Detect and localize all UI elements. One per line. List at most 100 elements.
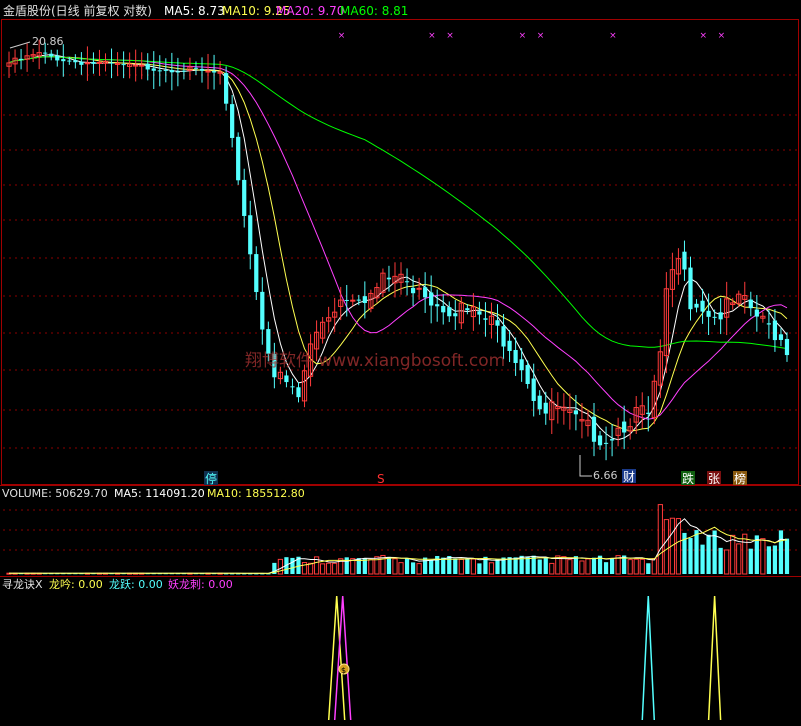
volume-bar (290, 557, 295, 574)
candle-body (507, 340, 512, 351)
candle-body (386, 277, 392, 280)
candle-body (199, 68, 205, 71)
tag-cai: 财 (623, 470, 635, 484)
candle-body (404, 281, 410, 283)
volume-bar (513, 557, 518, 574)
candle-body (193, 67, 199, 69)
candle-body (254, 254, 259, 293)
candle-body (597, 435, 603, 446)
candle-body (205, 70, 211, 73)
candle-body (591, 416, 597, 442)
stock-chart-svg[interactable]: × × × × × × × × 金盾股份(日线 前复权 对数) MA5: 8.73 MA10:… (0, 0, 801, 722)
volume-bar (447, 556, 452, 574)
volume-bar (441, 557, 446, 574)
candle-body (242, 179, 247, 216)
longyin-legend: 龙吟: 0.00 (49, 577, 103, 591)
volume-bar (754, 535, 759, 574)
candle-body (537, 395, 542, 410)
candle-body (18, 58, 24, 60)
candle-body (49, 53, 54, 57)
candle-body (55, 55, 60, 61)
candle-body (718, 312, 723, 320)
volume-bar (784, 538, 790, 574)
volume-ma10-legend: MA10: 185512.80 (207, 487, 305, 500)
volume-bar (410, 562, 416, 574)
ma5-legend: MA5: 8.73 (164, 4, 225, 18)
volume-bar (700, 544, 705, 574)
candle-body (79, 61, 84, 65)
tag-bang: 榜 (734, 471, 746, 486)
longyue-legend: 龙跃: 0.00 (109, 577, 163, 591)
candle-body (61, 59, 66, 62)
volume-bar (694, 530, 699, 574)
stock-chart-window[interactable]: × × × × × × × × 金盾股份(日线 前复权 对数) MA5: 8.73 MA10:… (0, 0, 801, 722)
volume-bar (706, 534, 711, 574)
candle-body (772, 320, 778, 341)
candle-body (622, 421, 627, 433)
candle-body (453, 313, 458, 317)
candle-body (706, 310, 711, 317)
ma60-legend: MA60: 8.81 (340, 4, 408, 18)
candle-body (344, 299, 349, 301)
indicator-name: 寻龙诀X (2, 578, 43, 591)
candle-body (513, 349, 518, 364)
candle-body (543, 402, 548, 414)
ma20-legend: MA20: 9.70 (276, 4, 344, 18)
volume-bar (772, 545, 778, 574)
volume-bar (778, 530, 784, 574)
candle-body (441, 306, 446, 313)
volume-bar (344, 557, 349, 574)
candle-body (519, 359, 524, 371)
volume-legend: VOLUME: 50629.70 (2, 487, 108, 500)
candle-body (296, 387, 301, 398)
volume-bar (591, 557, 597, 574)
volume-ma5-legend: MA5: 114091.20 (114, 487, 205, 500)
candle-body (356, 299, 361, 301)
candle-body (754, 309, 759, 317)
candle (236, 132, 241, 185)
candle-body (416, 287, 422, 290)
candle-body (91, 61, 96, 64)
candle-body (96, 61, 103, 64)
volume-bar (766, 546, 772, 574)
candle-body (151, 68, 156, 71)
volume-bar (465, 558, 470, 574)
candle-body (603, 442, 609, 444)
candle-body (163, 69, 168, 71)
stock-title: 金盾股份(日线 前复权 对数) (3, 3, 152, 18)
candle-body (682, 251, 687, 270)
tag-s: S (377, 472, 385, 486)
volume-bar (646, 563, 651, 574)
candle-body (362, 296, 367, 304)
candle-body (290, 386, 295, 388)
candle-body (175, 71, 180, 73)
volume-bar (543, 557, 548, 574)
candle-body (646, 412, 651, 414)
volume-bar (688, 538, 693, 574)
candle-body (477, 311, 482, 315)
candle-body (121, 64, 126, 66)
candle-body (145, 63, 150, 70)
money-signal-label: $ (341, 666, 346, 675)
candle-body (778, 334, 784, 340)
volume-bar (718, 547, 723, 574)
tag-ting: 停 (205, 471, 217, 486)
signal-marker: × (718, 31, 726, 41)
candle-body (169, 70, 174, 73)
signal-marker: × (609, 31, 617, 41)
tag-die: 跌 (682, 471, 694, 486)
candle-body (133, 64, 139, 67)
volume-bar (495, 559, 500, 574)
candle-body (784, 338, 790, 356)
candle-body (211, 71, 217, 73)
volume-bar (404, 557, 410, 574)
candle-body (410, 287, 416, 294)
volume-bar (423, 557, 428, 574)
candle-body (67, 60, 72, 62)
candle-body (465, 308, 470, 311)
tag-zhang: 张 (708, 472, 720, 486)
candle-body (573, 410, 579, 415)
candle-body (688, 267, 693, 310)
candle-body (694, 303, 699, 308)
candle (254, 246, 259, 301)
